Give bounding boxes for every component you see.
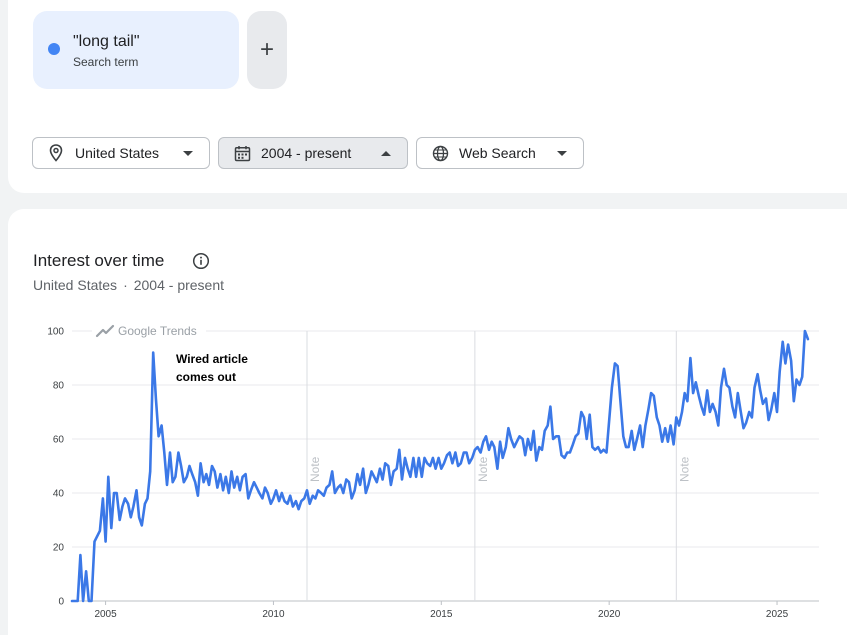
note-marker[interactable]: Note [308,456,322,482]
watermark-text: Google Trends [118,324,197,338]
y-tick-label: 100 [47,327,64,338]
line-chart: 0204060801002005 2010 2015 2020 2025 Note Not… [47,322,819,620]
y-tick-label: 40 [53,489,65,500]
chart-grid: 0 20 40 60 80 100 2005 2010 2015 2020 2025 [47,327,819,620]
note-marker[interactable]: Note [476,456,490,482]
y-tick-label: 60 [53,435,65,446]
x-tick-label: 2025 [766,609,789,620]
google-trends-watermark: Google Trends [92,322,206,340]
chart-notes: Note Note Note [306,331,691,601]
x-tick-label: 2005 [94,609,117,620]
annotation-text: Wired article [176,352,248,366]
x-tick-label: 2015 [430,609,453,620]
annotation-text: comes out [176,370,236,384]
y-tick-label: 20 [53,543,65,554]
y-tick-label: 80 [53,381,65,392]
note-marker[interactable]: Note [677,456,691,482]
x-tick-label: 2010 [262,609,285,620]
y-tick-label: 0 [58,597,64,608]
x-tick-label: 2020 [598,609,621,620]
chart-annotation: Wired article comes out [176,352,248,384]
